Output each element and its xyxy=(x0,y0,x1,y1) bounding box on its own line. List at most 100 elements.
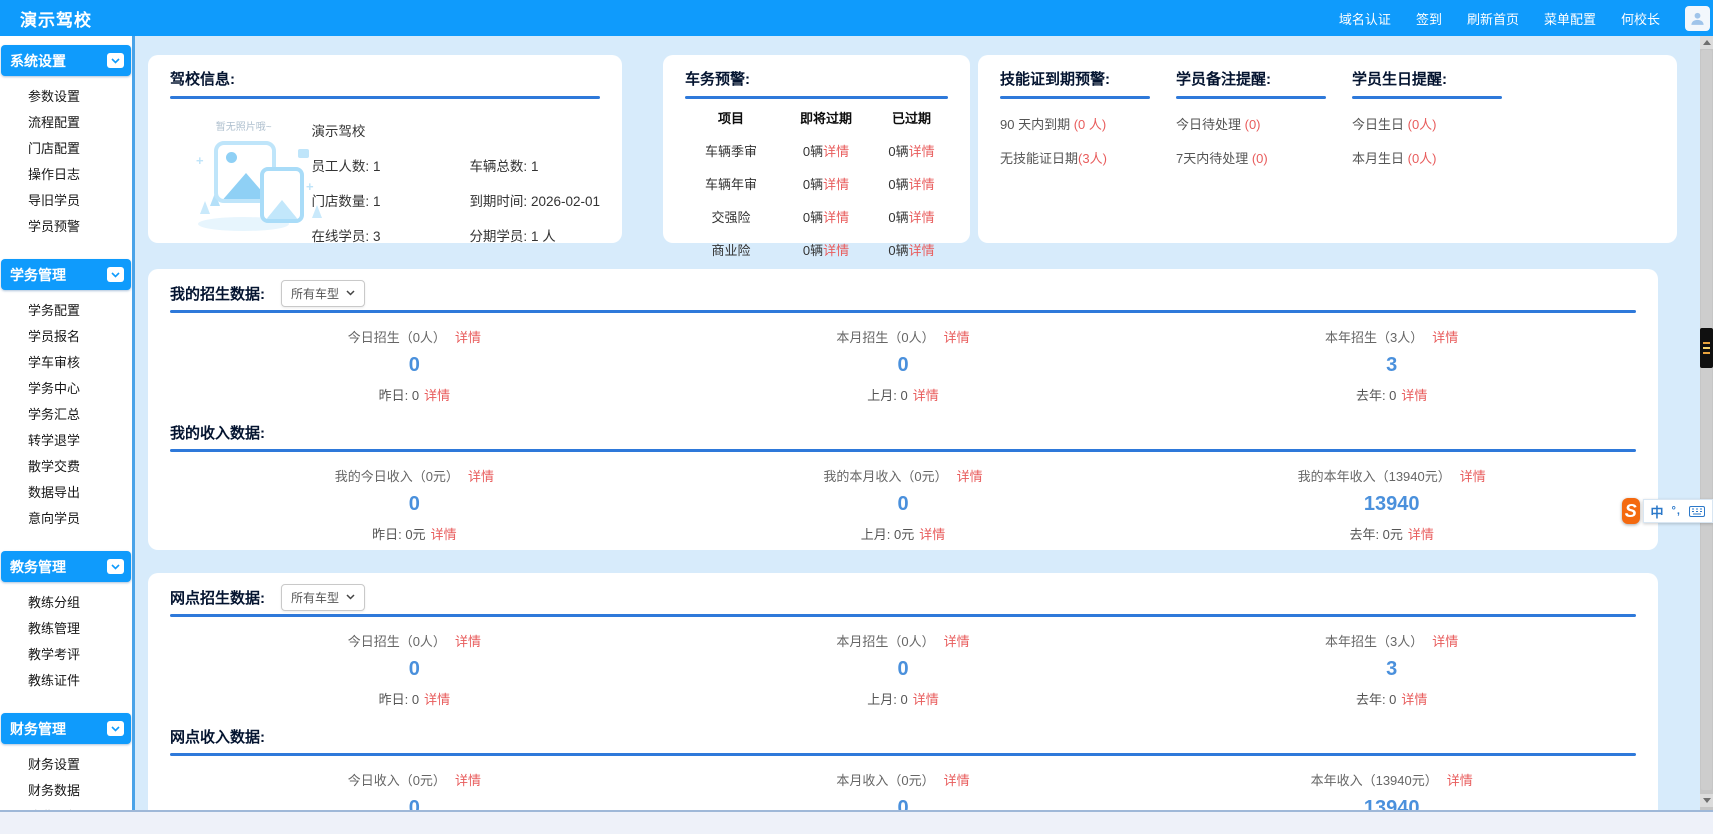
sidebar-item-coach-management[interactable]: 教练管理 xyxy=(28,616,132,642)
sidebar-section-system-settings[interactable]: 系统设置 xyxy=(1,45,131,76)
detail-link[interactable]: 详情 xyxy=(944,634,970,649)
sidebar-item-param-settings[interactable]: 参数设置 xyxy=(28,84,132,110)
sidebar-item-student-alerts[interactable]: 学员预警 xyxy=(28,214,132,240)
sidebar-section-academic-management[interactable]: 学务管理 xyxy=(1,259,131,290)
detail-link[interactable]: 详情 xyxy=(424,692,450,707)
nav-principal[interactable]: 何校长 xyxy=(1621,9,1660,28)
info-expiry-date: 到期时间: 2026-02-01 xyxy=(469,190,600,210)
ime-keyboard-icon[interactable] xyxy=(1689,506,1705,517)
sidebar-section-finance-management[interactable]: 财务管理 xyxy=(1,713,131,744)
stat-value: 0 xyxy=(659,493,1148,516)
nav-refresh-home[interactable]: 刷新首页 xyxy=(1467,9,1519,28)
ime-lang-chinese[interactable]: 中 xyxy=(1651,502,1664,521)
sidebar-item-coach-groups[interactable]: 教练分组 xyxy=(28,590,132,616)
title-underline xyxy=(1000,96,1150,99)
scroll-down-button[interactable] xyxy=(1700,794,1713,807)
detail-link[interactable]: 详情 xyxy=(1432,330,1458,345)
sidebar-item-coach-certificates[interactable]: 教练证件 xyxy=(28,668,132,694)
avatar[interactable] xyxy=(1685,6,1710,31)
sidebar-item-casual-payment[interactable]: 散学交费 xyxy=(28,454,132,480)
chevron-down-icon[interactable] xyxy=(107,559,124,574)
nav-domain-auth[interactable]: 域名认证 xyxy=(1339,9,1391,28)
sidebar-item-driving-review[interactable]: 学车审核 xyxy=(28,350,132,376)
reminder-value: (0) xyxy=(1252,151,1268,166)
detail-link[interactable]: 详情 xyxy=(823,243,849,258)
vehicle-type-selected: 所有车型 xyxy=(291,589,339,606)
sidebar-item-academic-config[interactable]: 学务配置 xyxy=(28,298,132,324)
sogou-logo-icon[interactable]: S xyxy=(1622,498,1640,524)
detail-link[interactable]: 详情 xyxy=(909,210,935,225)
stat-value: 3 xyxy=(1147,658,1636,681)
stat-today: 今日收入（0元）详情 0 xyxy=(170,770,659,810)
detail-link[interactable]: 详情 xyxy=(424,388,450,403)
nav-menu-config[interactable]: 菜单配置 xyxy=(1544,9,1596,28)
detail-link[interactable]: 详情 xyxy=(455,634,481,649)
sidebar-item-academic-summary[interactable]: 学务汇总 xyxy=(28,402,132,428)
my-income-section: 我的收入数据: 我的今日收入（0元）详情 0 昨日: 0元详情 我的本月收入（0… xyxy=(170,420,1636,550)
detail-link[interactable]: 详情 xyxy=(1432,634,1458,649)
my-enrollment-section: 我的招生数据: 所有车型 今日招生（0人）详情 0 昨日: 0详情 本月招生（0… xyxy=(170,281,1636,420)
stat-month: 我的本月收入（0元）详情 0 上月: 0元详情 xyxy=(659,466,1148,543)
stat-value: 0 xyxy=(170,493,659,516)
detail-link[interactable]: 详情 xyxy=(455,773,481,788)
row-label: 交强险 xyxy=(685,207,777,226)
detail-link[interactable]: 详情 xyxy=(913,388,939,403)
sidebar-section-teaching-management[interactable]: 教务管理 xyxy=(1,551,131,582)
sidebar-item-operation-log[interactable]: 操作日志 xyxy=(28,162,132,188)
detail-link[interactable]: 详情 xyxy=(913,692,939,707)
sidebar-item-store-config[interactable]: 门店配置 xyxy=(28,136,132,162)
detail-link[interactable]: 详情 xyxy=(823,210,849,225)
sidebar-item-import-old-students[interactable]: 导旧学员 xyxy=(28,188,132,214)
photo-placeholder-text: 暂无照片哦~ xyxy=(194,118,293,133)
detail-link[interactable]: 详情 xyxy=(909,243,935,258)
sidebar-item-academic-center[interactable]: 学务中心 xyxy=(28,376,132,402)
floating-capture-widget[interactable] xyxy=(1700,328,1713,368)
sidebar-item-teaching-evaluation[interactable]: 教学考评 xyxy=(28,642,132,668)
detail-link[interactable]: 详情 xyxy=(1401,388,1427,403)
detail-link[interactable]: 详情 xyxy=(957,469,983,484)
chevron-down-icon[interactable] xyxy=(107,267,124,282)
scroll-up-button[interactable] xyxy=(1700,36,1713,49)
vehicle-type-select[interactable]: 所有车型 xyxy=(281,584,365,611)
sidebar-item-student-enrollment[interactable]: 学员报名 xyxy=(28,324,132,350)
top-cards-row: 驾校信息: 暂无照片哦~ ++ xyxy=(148,55,1677,243)
bottom-strip xyxy=(0,810,1713,834)
stat-year: 本年收入（13940元）详情 13940 xyxy=(1147,770,1636,810)
detail-link[interactable]: 详情 xyxy=(909,144,935,159)
detail-link[interactable]: 详情 xyxy=(1460,469,1486,484)
detail-link[interactable]: 详情 xyxy=(1408,527,1434,542)
vehicle-type-select[interactable]: 所有车型 xyxy=(281,280,365,307)
top-nav: 域名认证 签到 刷新首页 菜单配置 何校长 xyxy=(1339,6,1710,31)
sidebar-item-finance-data[interactable]: 财务数据 xyxy=(28,778,132,804)
vertical-scrollbar[interactable] xyxy=(1700,36,1713,810)
sidebar-item-process-config[interactable]: 流程配置 xyxy=(28,110,132,136)
sidebar-section-label: 系统设置 xyxy=(10,51,66,71)
school-info-title: 驾校信息: xyxy=(170,68,600,89)
sidebar-item-transfer-dropout[interactable]: 转学退学 xyxy=(28,428,132,454)
ime-punctuation-icon[interactable]: °, xyxy=(1672,505,1681,517)
nav-sign-in[interactable]: 签到 xyxy=(1416,9,1442,28)
detail-link[interactable]: 详情 xyxy=(823,177,849,192)
table-cell: 0辆详情 xyxy=(777,141,875,160)
detail-link[interactable]: 详情 xyxy=(944,773,970,788)
detail-link[interactable]: 详情 xyxy=(468,469,494,484)
detail-link[interactable]: 详情 xyxy=(944,330,970,345)
info-vehicle-count: 车辆总数: 1 xyxy=(469,155,600,175)
scrollbar-thumb[interactable] xyxy=(1701,50,1712,790)
sidebar-item-data-export[interactable]: 数据导出 xyxy=(28,480,132,506)
reminders-card: 技能证到期预警: 90 天内到期 (0 人) 无技能证日期(3人) 学员备注提醒… xyxy=(978,55,1677,243)
sidebar-item-prospective-students[interactable]: 意向学员 xyxy=(28,506,132,532)
detail-link[interactable]: 详情 xyxy=(1401,692,1427,707)
detail-link[interactable]: 详情 xyxy=(431,527,457,542)
detail-link[interactable]: 详情 xyxy=(1447,773,1473,788)
detail-link[interactable]: 详情 xyxy=(823,144,849,159)
tree-icon xyxy=(312,205,322,218)
stat-value: 0 xyxy=(659,658,1148,681)
sidebar-item-finance-settings[interactable]: 财务设置 xyxy=(28,752,132,778)
detail-link[interactable]: 详情 xyxy=(455,330,481,345)
arrow-up-icon xyxy=(1703,40,1711,45)
detail-link[interactable]: 详情 xyxy=(909,177,935,192)
detail-link[interactable]: 详情 xyxy=(919,527,945,542)
chevron-down-icon[interactable] xyxy=(107,721,124,736)
chevron-down-icon[interactable] xyxy=(107,53,124,68)
